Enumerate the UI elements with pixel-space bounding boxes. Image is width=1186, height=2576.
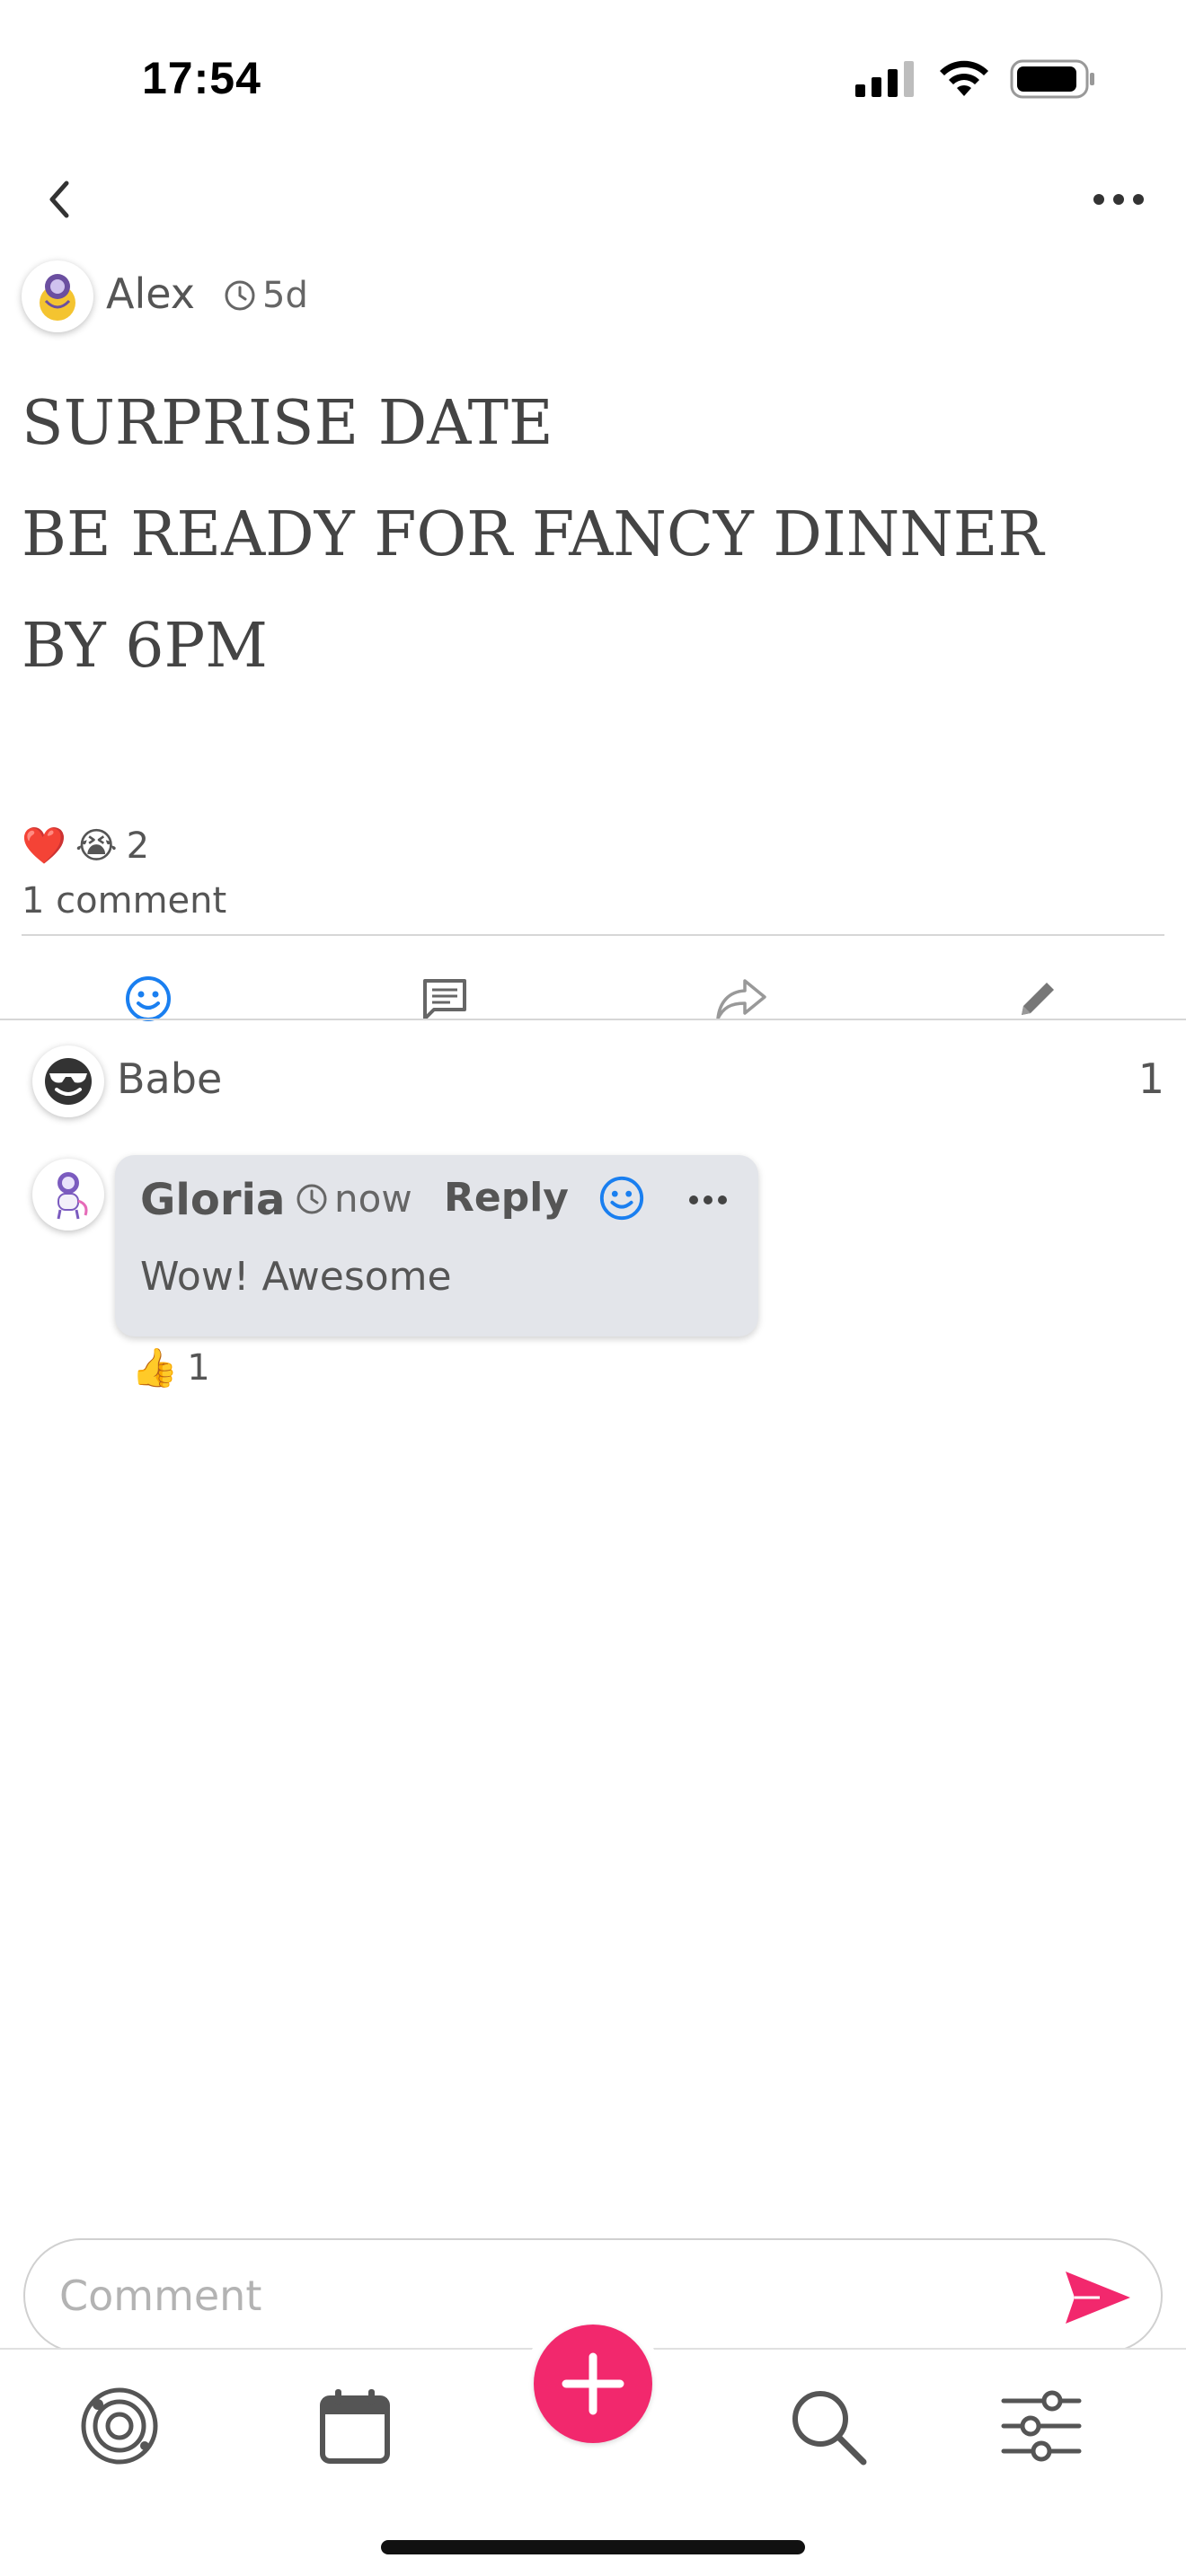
author-name[interactable]: Alex	[106, 269, 195, 318]
clock-icon	[225, 280, 255, 311]
wifi-icon	[940, 60, 988, 96]
comments-count[interactable]: 1 comment	[22, 880, 226, 922]
send-button[interactable]	[1060, 2260, 1136, 2335]
send-icon	[1066, 2272, 1130, 2324]
home-indicator	[381, 2540, 805, 2554]
smiley-icon	[599, 1176, 644, 1221]
back-button[interactable]	[36, 172, 81, 226]
pencil-icon	[1022, 983, 1054, 1015]
post-content: SURPRISE DATE BE READY FOR FANCY DINNER …	[22, 368, 1154, 702]
smiley-icon	[126, 976, 171, 1021]
comment-text: Wow! Awesome	[140, 1254, 452, 1300]
comment-time-text: now	[334, 1177, 412, 1221]
more-horizontal-icon	[689, 1195, 727, 1204]
thumbs-up-emoji: 👍	[131, 1345, 179, 1389]
divider	[22, 934, 1164, 936]
reply-button[interactable]: Reply	[444, 1175, 569, 1221]
astronaut-avatar-icon	[40, 274, 75, 321]
reaction-count: 2	[126, 825, 150, 867]
comment-react-button[interactable]	[595, 1171, 649, 1225]
comment-more-button[interactable]	[681, 1182, 735, 1218]
reactor-count: 1	[1137, 1054, 1164, 1103]
comment-input[interactable]	[59, 2260, 1030, 2332]
post-line-3: BY 6PM	[22, 611, 268, 682]
search-icon	[792, 2391, 867, 2466]
post-timestamp: 5d	[223, 275, 308, 316]
divider	[0, 1019, 1186, 1020]
status-time: 17:54	[142, 53, 261, 103]
heart-emoji: ❤️	[22, 825, 66, 867]
orbit-icon	[81, 2387, 158, 2465]
post-action-bar	[0, 940, 1186, 1058]
more-options-button[interactable]	[1087, 180, 1150, 219]
sunglasses-face-icon	[45, 1058, 92, 1105]
plus-icon	[562, 2352, 624, 2415]
react-button[interactable]	[0, 940, 296, 1058]
comment-button[interactable]	[296, 940, 593, 1058]
astronaut-unicorn-avatar-icon	[57, 1172, 88, 1220]
nav-calendar[interactable]	[305, 2377, 404, 2475]
chevron-left-icon	[49, 181, 69, 218]
comment-timestamp: now	[295, 1177, 412, 1221]
post-time-text: 5d	[262, 275, 308, 316]
post-reactions[interactable]: ❤️ 😭 2	[22, 825, 150, 868]
nav-orbit[interactable]	[70, 2377, 169, 2475]
create-button[interactable]	[534, 2325, 652, 2443]
comment-bubble: Gloria now Reply Wow! Awesome	[115, 1155, 758, 1337]
crying-emoji: 😭	[75, 825, 118, 867]
battery-icon	[1010, 59, 1094, 99]
nav-settings[interactable]	[992, 2377, 1091, 2475]
more-horizontal-icon	[1093, 194, 1144, 205]
post-line-1: SURPRISE DATE	[22, 388, 553, 459]
status-icons	[855, 59, 1096, 99]
comment-icon	[423, 979, 466, 1020]
commenter-avatar[interactable]	[32, 1159, 104, 1231]
nav-search[interactable]	[778, 2377, 877, 2475]
calendar-icon	[320, 2389, 390, 2464]
reactor-avatar[interactable]	[32, 1045, 104, 1117]
comment-reaction-count: 1	[187, 1347, 210, 1389]
reactor-name[interactable]: Babe	[117, 1054, 222, 1103]
comment-reactions[interactable]: 👍 1	[131, 1345, 210, 1390]
share-button[interactable]	[593, 940, 890, 1058]
author-avatar[interactable]	[22, 260, 93, 332]
share-icon	[716, 979, 766, 1020]
cellular-signal-icon	[855, 61, 914, 97]
edit-button[interactable]	[890, 940, 1186, 1058]
commenter-name[interactable]: Gloria	[140, 1175, 285, 1225]
clock-icon	[296, 1184, 327, 1213]
post-line-2: BE READY FOR FANCY DINNER	[22, 499, 1044, 570]
sliders-icon	[1001, 2390, 1082, 2462]
